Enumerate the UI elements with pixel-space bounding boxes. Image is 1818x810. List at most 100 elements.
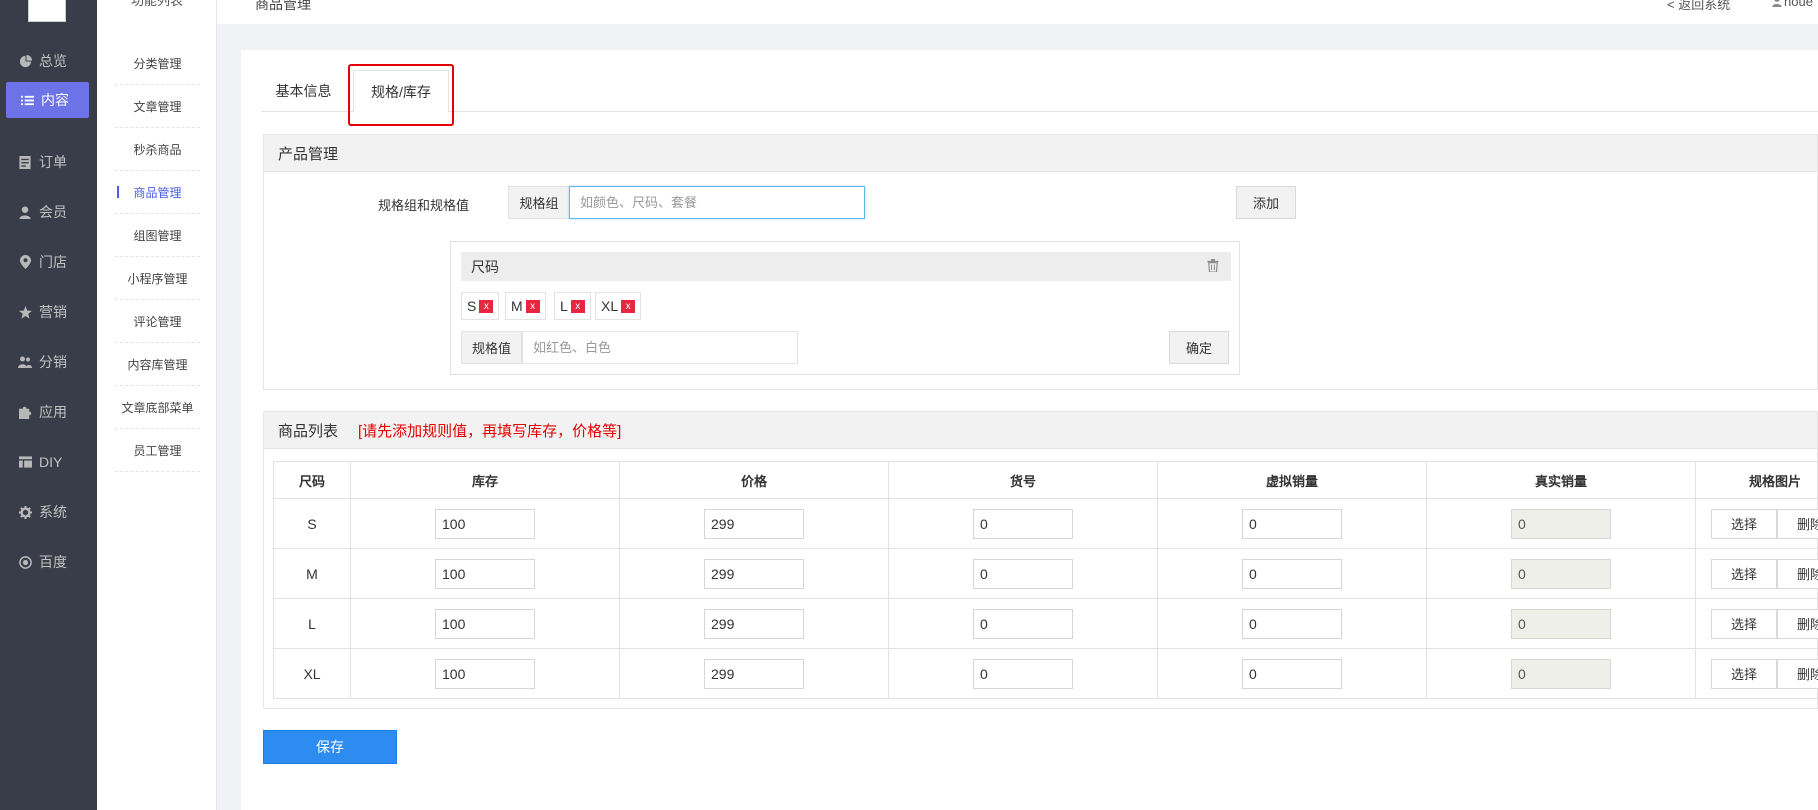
nav-item-label: 百度 bbox=[39, 554, 67, 570]
stock-input[interactable] bbox=[435, 508, 535, 539]
choose-image-button[interactable]: 选择 bbox=[1711, 558, 1777, 589]
submenu-item-galleries[interactable]: 组图管理 bbox=[115, 214, 200, 257]
spec-group-header: 尺码 bbox=[461, 252, 1231, 281]
nav-item-system[interactable]: 系统 bbox=[0, 494, 97, 530]
logo-image bbox=[28, 0, 66, 22]
nav-item-baidu[interactable]: 百度 bbox=[0, 544, 97, 580]
user-menu[interactable]: noue bbox=[1772, 0, 1813, 9]
nav-item-label: 应用 bbox=[39, 404, 67, 420]
choose-image-button[interactable]: 选择 bbox=[1711, 608, 1777, 639]
price-input[interactable] bbox=[704, 558, 804, 589]
top-header: 商品管理 < 返回系统 noue bbox=[217, 0, 1818, 24]
main-nav: 总览 内容 订单 会员 门店 营销 分销 应用 DIY 系统 百度 bbox=[0, 0, 97, 810]
virtual-sales-input[interactable] bbox=[1242, 658, 1342, 689]
add-spec-group-button[interactable]: 添加 bbox=[1236, 186, 1296, 219]
virtual-sales-input[interactable] bbox=[1242, 558, 1342, 589]
nav-item-label: 门店 bbox=[39, 254, 67, 270]
product-panel-title: 产品管理 bbox=[264, 135, 1817, 172]
column-header-sku: 货号 bbox=[888, 461, 1158, 499]
user-icon bbox=[18, 205, 32, 219]
back-to-system-link[interactable]: < 返回系统 bbox=[1667, 0, 1730, 13]
size-cell: M bbox=[273, 548, 351, 599]
virtual-sales-input[interactable] bbox=[1242, 608, 1342, 639]
user-name: noue bbox=[1784, 0, 1813, 9]
nav-item-apps[interactable]: 应用 bbox=[0, 394, 97, 430]
column-header-size: 尺码 bbox=[273, 461, 351, 499]
table-row: M 选择删除 bbox=[273, 548, 1818, 599]
tab-bar: 基本信息 规格/库存 bbox=[261, 70, 1818, 113]
remove-value-button[interactable]: x bbox=[479, 299, 494, 313]
nav-item-overview[interactable]: 总览 bbox=[0, 43, 97, 79]
confirm-spec-value-button[interactable]: 确定 bbox=[1169, 331, 1229, 364]
column-header-real-sales: 真实销量 bbox=[1426, 461, 1696, 499]
breadcrumb: 商品管理 bbox=[255, 0, 311, 12]
nav-item-marketing[interactable]: 营销 bbox=[0, 294, 97, 330]
real-sales-readonly bbox=[1511, 608, 1611, 639]
location-pin-icon bbox=[18, 255, 32, 269]
column-header-spec-image: 规格图片 bbox=[1695, 461, 1818, 499]
remove-value-button[interactable]: x bbox=[621, 299, 636, 313]
nav-item-distribution[interactable]: 分销 bbox=[0, 344, 97, 380]
save-button[interactable]: 保存 bbox=[263, 730, 397, 764]
table-row: L 选择删除 bbox=[273, 598, 1818, 649]
delete-image-button[interactable]: 删除 bbox=[1777, 658, 1818, 689]
nav-item-label: 分销 bbox=[39, 354, 67, 370]
submenu-item-category[interactable]: 分类管理 bbox=[115, 42, 200, 85]
delete-image-button[interactable]: 删除 bbox=[1777, 608, 1818, 639]
column-header-price: 价格 bbox=[619, 461, 889, 499]
function-menu: 功能列表 分类管理 文章管理 秒杀商品 商品管理 组图管理 小程序管理 评论管理… bbox=[97, 0, 217, 810]
compass-icon bbox=[18, 555, 32, 569]
nav-item-label: DIY bbox=[39, 454, 63, 470]
nav-item-content[interactable]: 内容 bbox=[6, 82, 89, 118]
nav-item-members[interactable]: 会员 bbox=[0, 194, 97, 230]
real-sales-readonly bbox=[1511, 658, 1611, 689]
puzzle-icon bbox=[18, 405, 32, 419]
spec-group-label: 规格组和规格值 bbox=[378, 198, 470, 213]
stock-input[interactable] bbox=[435, 658, 535, 689]
submenu-item-flash-sale[interactable]: 秒杀商品 bbox=[115, 128, 200, 171]
delete-image-button[interactable]: 删除 bbox=[1777, 508, 1818, 539]
spec-value-chip-m: M x bbox=[505, 292, 546, 320]
table-row: S 选择删除 bbox=[273, 498, 1818, 549]
virtual-sales-input[interactable] bbox=[1242, 508, 1342, 539]
delete-image-button[interactable]: 删除 bbox=[1777, 558, 1818, 589]
users-icon bbox=[18, 355, 32, 369]
remove-value-button[interactable]: x bbox=[525, 299, 540, 313]
price-input[interactable] bbox=[704, 508, 804, 539]
tab-basic-info[interactable]: 基本信息 bbox=[261, 70, 346, 112]
choose-image-button[interactable]: 选择 bbox=[1711, 508, 1777, 539]
size-cell: S bbox=[273, 498, 351, 549]
price-input[interactable] bbox=[704, 658, 804, 689]
submenu-item-article-footer-menu[interactable]: 文章底部菜单 bbox=[115, 386, 200, 429]
sku-input[interactable] bbox=[973, 658, 1073, 689]
spec-group-input[interactable] bbox=[569, 186, 865, 219]
star-icon bbox=[18, 305, 32, 319]
trash-icon[interactable] bbox=[1207, 259, 1221, 273]
sku-input[interactable] bbox=[973, 608, 1073, 639]
submenu-item-articles[interactable]: 文章管理 bbox=[115, 85, 200, 128]
nav-item-label: 订单 bbox=[39, 154, 67, 170]
size-cell: L bbox=[273, 598, 351, 649]
nav-item-stores[interactable]: 门店 bbox=[0, 244, 97, 280]
price-input[interactable] bbox=[704, 608, 804, 639]
submenu-item-miniprogram[interactable]: 小程序管理 bbox=[115, 257, 200, 300]
nav-item-diy[interactable]: DIY bbox=[0, 444, 97, 480]
spec-value-addon: 规格值 bbox=[461, 331, 522, 364]
submenu-item-comments[interactable]: 评论管理 bbox=[115, 300, 200, 343]
column-header-virtual-sales: 虚拟销量 bbox=[1157, 461, 1427, 499]
nav-item-orders[interactable]: 订单 bbox=[0, 144, 97, 180]
submenu-item-content-library[interactable]: 内容库管理 bbox=[115, 343, 200, 386]
stock-input[interactable] bbox=[435, 608, 535, 639]
choose-image-button[interactable]: 选择 bbox=[1711, 658, 1777, 689]
goods-list-warning: [请先添加规则值，再填写库存，价格等] bbox=[358, 422, 622, 440]
nav-item-label: 总览 bbox=[39, 53, 67, 69]
spec-value-input[interactable] bbox=[522, 331, 798, 364]
tab-spec-stock[interactable]: 规格/库存 bbox=[353, 70, 449, 113]
submenu-item-products[interactable]: 商品管理 bbox=[115, 171, 200, 214]
stock-input[interactable] bbox=[435, 558, 535, 589]
sku-input[interactable] bbox=[973, 558, 1073, 589]
remove-value-button[interactable]: x bbox=[570, 299, 585, 313]
sku-input[interactable] bbox=[973, 508, 1073, 539]
table-row: XL 选择删除 bbox=[273, 648, 1818, 699]
submenu-item-staff[interactable]: 员工管理 bbox=[115, 429, 200, 472]
